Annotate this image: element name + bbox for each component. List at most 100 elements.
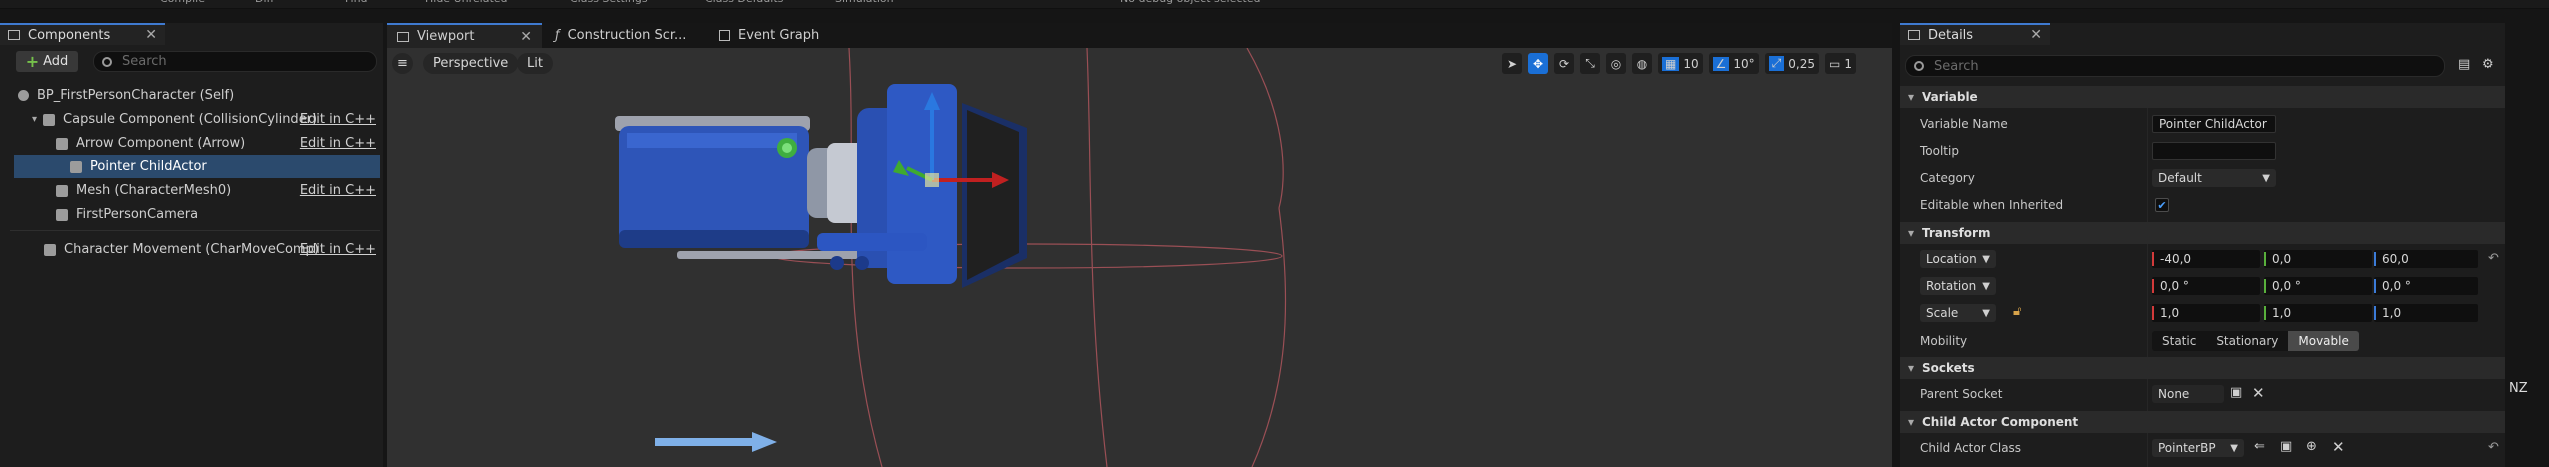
overlay-text: NZ [2509, 381, 2528, 396]
edit-in-cpp-link[interactable]: Edit in C++ [300, 112, 376, 127]
rotate-mode-icon[interactable]: ⟳ [1554, 53, 1574, 74]
class-defaults-button[interactable]: Class Defaults [705, 0, 783, 8]
tree-item-label: Capsule Component (CollisionCylinder) [63, 112, 318, 127]
translate-mode-icon[interactable]: ✥ [1528, 53, 1548, 74]
lit-dropdown[interactable]: Lit [517, 53, 553, 74]
edit-in-cpp-link[interactable]: Edit in C++ [300, 136, 376, 151]
components-tab-label: Components [28, 27, 111, 43]
perspective-dropdown[interactable]: Perspective [423, 53, 519, 74]
tree-item-camera[interactable]: FirstPersonCamera [0, 203, 380, 226]
reset-child-actor-class-icon[interactable]: ↶ [2488, 440, 2499, 455]
close-icon[interactable]: ✕ [145, 27, 157, 43]
mobility-segmented-control: Static Stationary Movable [2152, 331, 2359, 351]
mobility-static-option[interactable]: Static [2152, 331, 2206, 351]
components-search-input[interactable]: Search [93, 51, 377, 72]
clear-class-icon[interactable]: ✕ [2332, 438, 2345, 456]
mobility-movable-option[interactable]: Movable [2288, 331, 2359, 351]
child-actor-class-dropdown[interactable]: PointerBP ▼ [2152, 439, 2244, 457]
arrow-component-mesh [655, 432, 777, 452]
scale-mode-icon[interactable]: ⤡ [1580, 53, 1600, 74]
rotation-y-input[interactable]: 0,0 ° [2264, 277, 2372, 295]
debug-object-dropdown[interactable]: No debug object selected [1120, 0, 1260, 8]
mobility-stationary-option[interactable]: Stationary [2206, 331, 2288, 351]
viewport-canvas[interactable]: ≡ Perspective Lit ➤ ✥ ⟳ ⤡ ◎ ◍ ▦ 10 ∠ 10°… [387, 48, 1892, 467]
simulation-button[interactable]: Simulation [835, 0, 894, 8]
location-mode-dropdown[interactable]: Location ▼ [1920, 250, 1996, 268]
mobility-label: Mobility [1920, 334, 1968, 348]
scale-mode-dropdown[interactable]: Scale ▼ [1920, 304, 1996, 322]
child-actor-class-value: PointerBP [2158, 441, 2216, 455]
camera-speed-button[interactable]: ▭ 1 [1825, 53, 1856, 74]
scale-y-input[interactable]: 1,0 [2264, 304, 2372, 322]
details-tab-icon [1908, 30, 1920, 40]
tab-construction-script[interactable]: ƒ Construction Scr... [555, 23, 686, 48]
variable-name-input[interactable]: Pointer ChildActor [2152, 115, 2276, 133]
tab-viewport[interactable]: Viewport ✕ [387, 23, 542, 48]
grid-icon: ▦ [1662, 56, 1680, 71]
browse-socket-icon[interactable]: ▣ [2230, 385, 2242, 400]
edit-in-cpp-link[interactable]: Edit in C++ [300, 183, 376, 198]
surface-snap-icon[interactable]: ◍ [1632, 53, 1652, 74]
clear-socket-icon[interactable]: ✕ [2252, 384, 2265, 402]
viewport-tab-bar: Viewport ✕ ƒ Construction Scr... Event G… [387, 23, 1892, 48]
use-selected-icon[interactable]: ⇐ [2254, 439, 2265, 454]
add-label: Add [43, 54, 69, 69]
variable-name-label: Variable Name [1920, 117, 2008, 131]
tree-item-pointer-childactor[interactable]: Pointer ChildActor [14, 155, 380, 178]
location-y-input[interactable]: 0,0 [2264, 250, 2372, 268]
grid-snap-toggle[interactable]: ▦ 10 [1658, 53, 1703, 74]
scale-x-input[interactable]: 1,0 [2152, 304, 2260, 322]
scale-label: Scale [1926, 306, 1959, 320]
property-matrix-icon[interactable]: ▤ [2458, 57, 2470, 72]
details-tab-label: Details [1928, 27, 1974, 43]
location-z-input[interactable]: 60,0 [2374, 250, 2478, 268]
section-variable[interactable]: Variable [1900, 86, 2505, 108]
add-component-button[interactable]: + Add [16, 51, 78, 72]
chevron-down-icon: ▼ [1982, 307, 1990, 319]
rotation-z-input[interactable]: 0,0 ° [2374, 277, 2478, 295]
lock-icon[interactable]: 🔓︎ [2013, 304, 2021, 319]
close-icon[interactable]: ✕ [2030, 27, 2042, 43]
rotation-snap-toggle[interactable]: ∠ 10° [1708, 53, 1759, 74]
editable-when-inherited-checkbox[interactable]: ✔ [2155, 198, 2169, 212]
tree-item-arrow[interactable]: Arrow Component (Arrow) Edit in C++ [0, 132, 380, 155]
parent-socket-field[interactable]: None [2152, 385, 2224, 403]
class-settings-button[interactable]: Class Settings [570, 0, 648, 8]
compile-button[interactable]: Compile [160, 0, 205, 8]
settings-gear-icon[interactable]: ⚙ [2482, 57, 2494, 72]
section-sockets[interactable]: Sockets [1900, 357, 2505, 379]
close-icon[interactable]: ✕ [520, 29, 532, 45]
rotation-mode-dropdown[interactable]: Rotation ▼ [1920, 277, 1996, 295]
tooltip-input[interactable] [2152, 142, 2276, 160]
section-transform[interactable]: Transform [1900, 222, 2505, 244]
tab-components[interactable]: Components ✕ [0, 23, 165, 45]
chevron-down-icon[interactable]: ▾ [32, 114, 37, 125]
category-dropdown[interactable]: Default ▼ [2152, 169, 2276, 187]
scale-z-input[interactable]: 1,0 [2374, 304, 2478, 322]
arrow-component-icon [56, 137, 68, 150]
find-button[interactable]: Find [345, 0, 368, 8]
tree-item-character-movement[interactable]: Character Movement (CharMoveComp) Edit i… [0, 238, 380, 261]
browse-asset-icon[interactable]: ▣ [2280, 439, 2292, 454]
tree-item-self[interactable]: BP_FirstPersonCharacter (Self) [0, 84, 380, 107]
tree-item-mesh[interactable]: Mesh (CharacterMesh0) Edit in C++ [0, 179, 380, 202]
diff-button[interactable]: Diff [255, 0, 274, 8]
details-search-input[interactable]: Search [1905, 55, 2445, 77]
rotation-snap-value: 10° [1733, 56, 1755, 71]
location-x-input[interactable]: -40,0 [2152, 250, 2260, 268]
reset-location-icon[interactable]: ↶ [2488, 251, 2499, 266]
rotation-x-input[interactable]: 0,0 ° [2152, 277, 2260, 295]
scale-snap-toggle[interactable]: ⤢ 0,25 [1764, 53, 1819, 74]
tree-item-capsule[interactable]: ▾ Capsule Component (CollisionCylinder) … [0, 108, 380, 131]
tree-item-label: FirstPersonCamera [76, 207, 199, 222]
viewport-options-button[interactable]: ≡ [392, 53, 413, 74]
coordinate-system-icon[interactable]: ◎ [1606, 53, 1626, 74]
hide-unrelated-button[interactable]: Hide Unrelated [425, 0, 508, 8]
edit-in-cpp-link[interactable]: Edit in C++ [300, 242, 376, 257]
tab-details[interactable]: Details ✕ [1900, 23, 2050, 45]
tab-label: Viewport [417, 29, 475, 44]
tab-event-graph[interactable]: Event Graph [719, 23, 819, 48]
select-mode-icon[interactable]: ➤ [1502, 53, 1522, 74]
add-new-icon[interactable]: ⊕ [2306, 439, 2317, 454]
section-child-actor-component[interactable]: Child Actor Component [1900, 411, 2505, 433]
